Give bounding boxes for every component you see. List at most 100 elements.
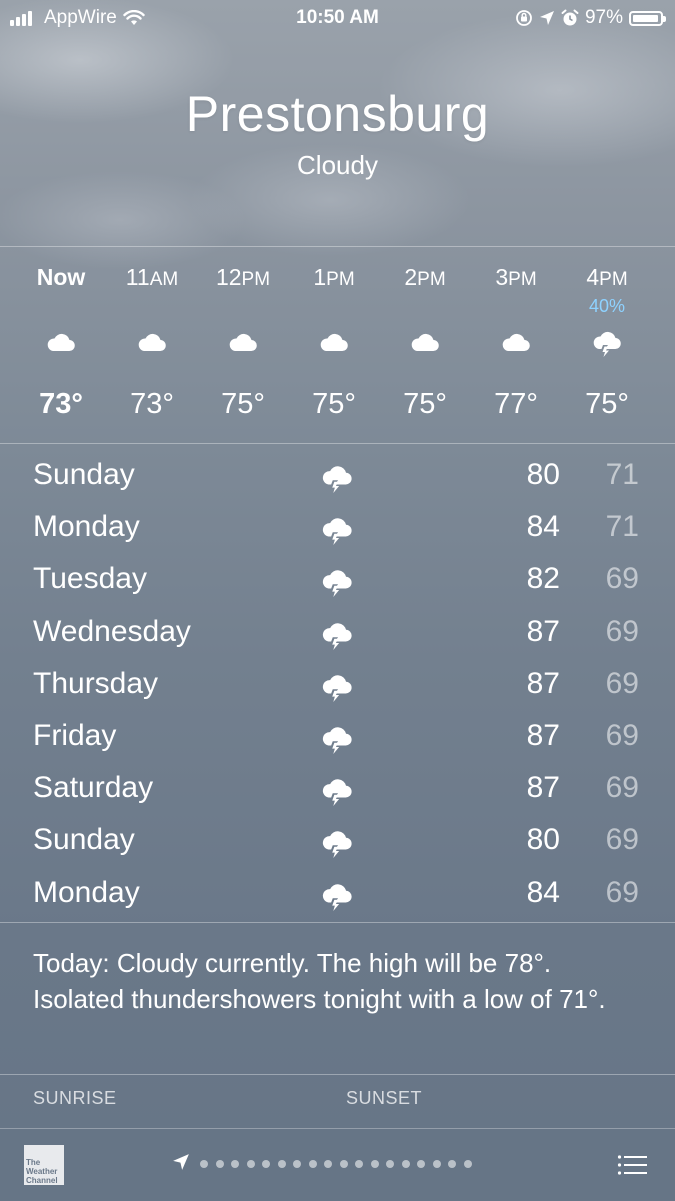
- page-dot[interactable]: [370, 1160, 379, 1168]
- hour-label: 12PM: [215, 264, 271, 290]
- daily-row: Monday 84 71: [0, 502, 675, 554]
- day-name: Tuesday: [33, 562, 147, 596]
- low-temperature: 71: [605, 458, 639, 491]
- precipitation-chance: 40%: [588, 296, 626, 316]
- high-temperature: 82: [526, 562, 560, 596]
- cloud-icon: [136, 326, 168, 358]
- daily-row: Monday 84 69: [0, 868, 675, 920]
- hour-label: 1PM: [313, 264, 355, 290]
- high-temperature: 87: [526, 719, 560, 752]
- daily-row: Sunday 80 71: [0, 450, 675, 502]
- day-name: Sunday: [33, 823, 135, 857]
- page-dot[interactable]: [231, 1160, 239, 1168]
- battery-percent: 97%: [584, 7, 623, 28]
- hour-temperature: 77°: [494, 388, 538, 420]
- page-dot[interactable]: [386, 1160, 394, 1168]
- bottom-toolbar: The Weather Channel: [0, 1128, 675, 1201]
- battery-icon: [629, 10, 666, 26]
- hour-label: Now: [36, 264, 86, 290]
- thunderstorm-icon: [320, 460, 354, 494]
- weather-channel-logo[interactable]: The Weather Channel: [24, 1145, 64, 1185]
- hour-temperature: 75°: [403, 388, 447, 420]
- day-name: Friday: [33, 719, 117, 752]
- sunrise-label: SUNRISE: [33, 1088, 117, 1108]
- thunderstorm-icon: [320, 669, 354, 703]
- low-temperature: 69: [605, 771, 639, 805]
- thunderstorm-icon: [320, 617, 354, 651]
- daily-row: Tuesday 82 69: [0, 554, 675, 606]
- page-dot[interactable]: [277, 1160, 286, 1168]
- hour-label: 2PM: [404, 264, 446, 290]
- high-temperature: 80: [526, 823, 560, 857]
- page-dot[interactable]: [324, 1160, 332, 1168]
- daily-row: Saturday 87 69: [0, 763, 675, 815]
- hourly-forecast[interactable]: Now 73° 11AM 73° 12PM 75° 1PM 75° 2PM 75° 3PM 77° 4P…: [0, 246, 675, 443]
- low-temperature: 69: [605, 719, 639, 752]
- page-dot[interactable]: [401, 1160, 410, 1168]
- hour-temperature: 73°: [39, 388, 83, 420]
- high-temperature: 87: [526, 771, 560, 805]
- day-name: Monday: [33, 875, 140, 909]
- cloud-icon: [500, 326, 532, 358]
- page-dot[interactable]: [339, 1160, 348, 1168]
- divider: [0, 922, 675, 923]
- daily-row: Wednesday 87 69: [0, 607, 675, 659]
- page-dot[interactable]: [246, 1160, 255, 1168]
- day-name: Saturday: [33, 771, 154, 805]
- day-name: Thursday: [33, 666, 159, 700]
- page-dot[interactable]: [448, 1160, 456, 1168]
- city-list-icon[interactable]: [617, 1154, 647, 1176]
- high-temperature: 87: [526, 666, 560, 700]
- page-dot[interactable]: [200, 1160, 208, 1168]
- low-temperature: 71: [605, 510, 639, 544]
- page-dot[interactable]: [417, 1160, 425, 1168]
- page-dot[interactable]: [432, 1160, 441, 1168]
- thunderstorm-icon: [320, 512, 354, 546]
- current-location-icon[interactable]: [172, 1153, 190, 1171]
- cloud-icon: [227, 326, 259, 358]
- hour-label: 4PM: [586, 264, 628, 290]
- cloud-icon: [318, 326, 350, 358]
- high-temperature: 80: [526, 458, 560, 491]
- page-dot[interactable]: [293, 1160, 301, 1168]
- high-temperature: 84: [526, 875, 560, 909]
- hour-label: 3PM: [495, 264, 537, 290]
- thunderstorm-icon: [320, 721, 354, 755]
- page-dot[interactable]: [262, 1160, 270, 1168]
- low-temperature: 69: [605, 823, 639, 857]
- city-name: Prestonsburg: [185, 86, 490, 142]
- daily-row: Thursday 87 69: [0, 659, 675, 711]
- hour-temperature: 75°: [585, 388, 629, 420]
- page-dot[interactable]: [308, 1160, 317, 1168]
- high-temperature: 84: [526, 510, 560, 544]
- divider: [0, 443, 675, 444]
- page-dot[interactable]: [463, 1160, 472, 1168]
- divider: [0, 1074, 675, 1075]
- current-condition: Cloudy: [297, 150, 378, 180]
- high-temperature: 87: [526, 614, 560, 648]
- status-bar: AppWire 10:50 AM 97%: [0, 0, 675, 36]
- thunderstorm-icon: [591, 326, 623, 358]
- page-dot[interactable]: [215, 1160, 224, 1168]
- low-temperature: 69: [605, 614, 639, 648]
- day-name: Wednesday: [33, 614, 191, 648]
- low-temperature: 69: [605, 562, 639, 596]
- orientation-lock-icon: [516, 10, 532, 26]
- thunderstorm-icon: [320, 878, 354, 912]
- page-dot[interactable]: [355, 1160, 363, 1168]
- location-arrow-icon: [539, 11, 554, 25]
- thunderstorm-icon: [320, 825, 354, 859]
- sunset-label: SUNSET: [346, 1088, 423, 1108]
- thunderstorm-icon: [320, 773, 354, 807]
- forecast-summary: Today: Cloudy currently. The high will b…: [33, 948, 606, 1014]
- daily-row: Friday 87 69: [0, 711, 675, 763]
- day-name: Sunday: [33, 458, 135, 491]
- page-indicator[interactable]: [200, 1160, 472, 1168]
- hour-label: 11AM: [125, 264, 179, 290]
- low-temperature: 69: [605, 875, 639, 909]
- low-temperature: 69: [605, 666, 639, 700]
- cloud-icon: [409, 326, 441, 358]
- hour-temperature: 73°: [130, 388, 174, 420]
- alarm-icon: [561, 9, 579, 26]
- hour-temperature: 75°: [312, 388, 356, 420]
